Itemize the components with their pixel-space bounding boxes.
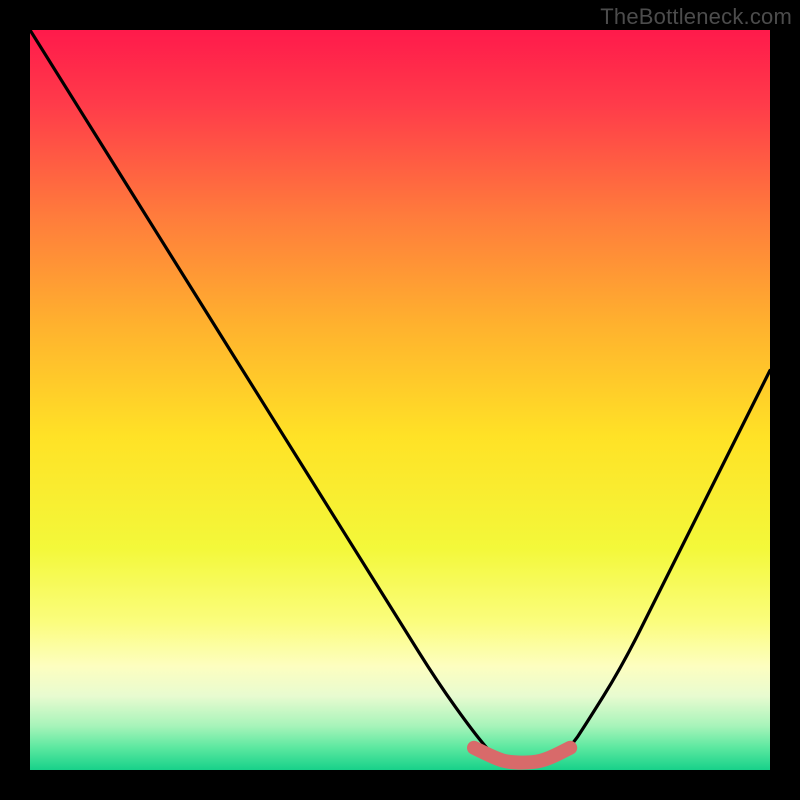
chart-frame: TheBottleneck.com: [0, 0, 800, 800]
curve-layer: [30, 30, 770, 770]
bottleneck-curve: [30, 30, 770, 763]
plot-area: [30, 30, 770, 770]
attribution-text: TheBottleneck.com: [600, 4, 792, 30]
optimal-band: [474, 748, 570, 763]
